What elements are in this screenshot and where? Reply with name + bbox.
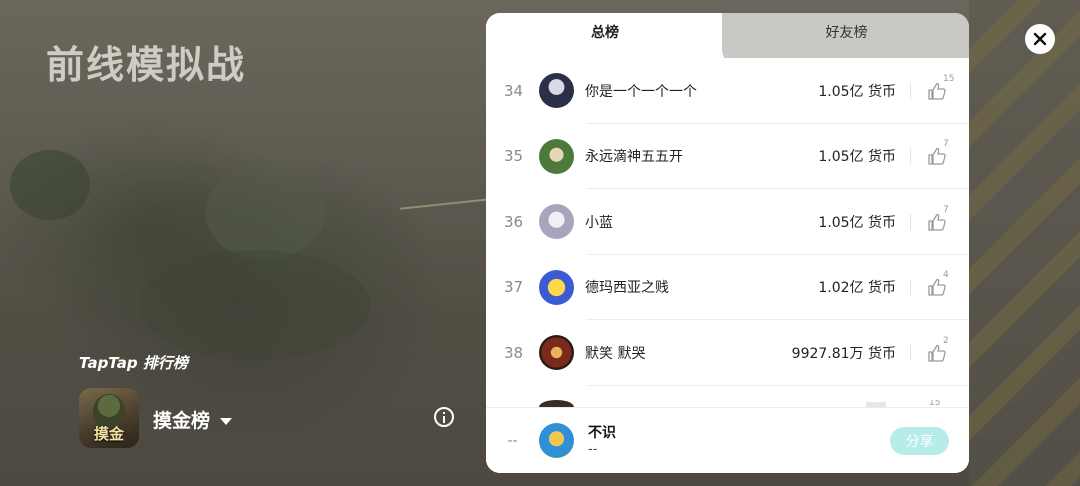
share-button[interactable]: 分享 <box>890 426 949 455</box>
tab-total[interactable]: 总榜 <box>486 13 724 53</box>
ranking-list[interactable]: 34 你是一个一个一个 1.05亿 货币 15 35 永远滴神五五开 1.05亿… <box>486 58 969 407</box>
my-name: 不识 <box>588 424 616 441</box>
rank-number: 37 <box>503 278 524 297</box>
like-button[interactable]: 7 <box>927 205 949 232</box>
player-name: 永远滴神五五开 <box>585 149 683 166</box>
player-name: 小蓝 <box>585 214 613 231</box>
rank-number: 34 <box>503 81 524 100</box>
info-icon[interactable] <box>434 407 454 427</box>
rank-number: 35 <box>503 147 524 166</box>
player-score: 1.02亿 货币 <box>818 280 896 297</box>
like-button[interactable]: 7 <box>927 139 949 166</box>
game-icon-text: 摸金 <box>93 425 124 443</box>
like-count: 7 <box>943 139 949 150</box>
taptap-leaderboard-label: TapTap 排行榜 <box>79 354 188 372</box>
like-count: 7 <box>943 204 949 215</box>
player-name: 你是一个一个一个 <box>585 83 697 100</box>
close-icon <box>1033 32 1047 46</box>
my-rank: -- <box>507 432 518 449</box>
list-item[interactable]: 34 你是一个一个一个 1.05亿 货币 15 <box>486 58 969 124</box>
game-icon: 摸金 <box>79 388 139 448</box>
list-item[interactable]: 37 德玛西亚之贱 1.02亿 货币 4 <box>486 255 969 321</box>
player-score: 1.05亿 货币 <box>818 83 896 100</box>
avatar[interactable] <box>539 138 574 174</box>
thumbs-up-icon <box>928 148 946 165</box>
close-button[interactable] <box>1025 24 1055 54</box>
list-item[interactable]: 35 永远滴神五五开 1.05亿 货币 7 <box>486 124 969 190</box>
board-name: 摸金榜 <box>153 410 211 432</box>
tab-friends[interactable]: 好友榜 <box>724 13 969 53</box>
my-rank-bar: -- 不识 -- 分享 <box>486 407 969 473</box>
thumbs-up-icon <box>928 344 946 362</box>
my-score: -- <box>588 441 598 457</box>
leaderboard-panel: 总榜 好友榜 34 你是一个一个一个 1.05亿 货币 15 35 永远滴神五五… <box>486 13 969 473</box>
my-info: 不识 -- <box>588 424 890 458</box>
thumbs-up-icon <box>928 82 946 100</box>
tab-bar: 总榜 好友榜 <box>486 13 969 58</box>
avatar[interactable] <box>539 269 574 305</box>
list-item[interactable]: 36 小蓝 1.05亿 货币 7 <box>486 189 969 255</box>
like-button[interactable]: 4 <box>927 270 949 297</box>
like-count: 15 <box>943 73 955 84</box>
avatar[interactable] <box>539 204 574 240</box>
thumbs-up-icon <box>928 279 946 296</box>
thumbs-up-icon <box>928 213 946 231</box>
player-name: 德玛西亚之贱 <box>585 280 669 297</box>
rank-number: 36 <box>503 212 524 231</box>
like-button[interactable]: 2 <box>927 336 949 363</box>
avatar[interactable] <box>539 73 574 109</box>
caret-down-icon <box>220 417 233 425</box>
list-item[interactable]: 38 默笑 默哭 9927.81万 货币 2 <box>486 320 969 386</box>
player-name: 默笑 默哭 <box>585 345 646 362</box>
player-score: 1.05亿 货币 <box>818 149 896 166</box>
avatar[interactable] <box>539 335 574 371</box>
board-selector[interactable]: 摸金榜 <box>153 406 233 433</box>
avatar[interactable] <box>539 423 574 458</box>
like-count: 2 <box>943 335 949 346</box>
like-button[interactable]: 15 <box>927 74 954 101</box>
rank-number: 38 <box>503 343 524 362</box>
game-title: 前线模拟战 <box>46 43 247 87</box>
like-count: 4 <box>943 270 949 281</box>
player-score: 1.05亿 货币 <box>818 214 896 231</box>
player-score: 9927.81万 货币 <box>791 345 896 362</box>
